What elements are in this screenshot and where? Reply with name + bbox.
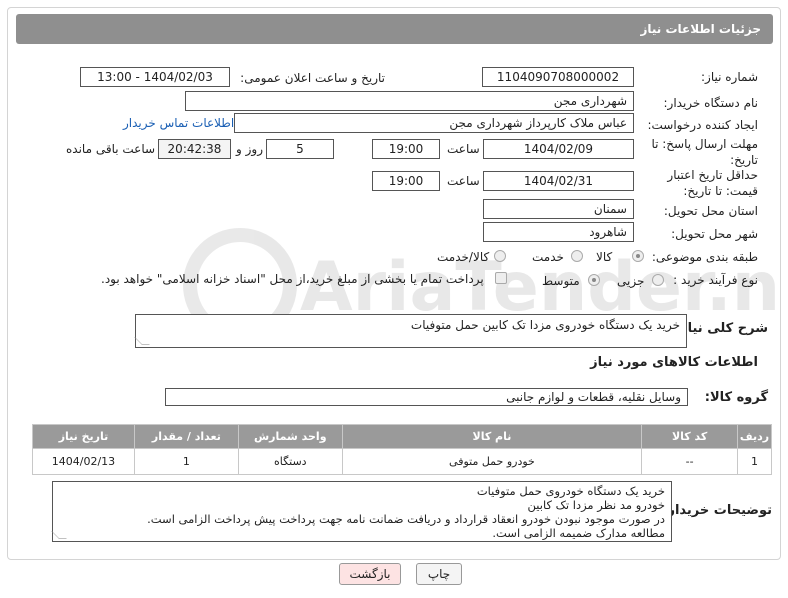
need-number-label: شماره نیاز:: [701, 70, 758, 84]
goods-table-header: ردیف کد کالا نام کالا واحد شمارش تعداد /…: [32, 424, 772, 449]
process-radio-minor[interactable]: [652, 274, 664, 286]
col-qty: تعداد / مقدار: [133, 424, 239, 449]
panel-header: جزئیات اطلاعات نیاز: [16, 14, 773, 44]
time-remaining-label: ساعت باقی مانده: [66, 142, 156, 156]
buyer-notes-line: در صورت موجود نبودن خودرو انعقاد قرارداد…: [147, 512, 665, 526]
process-option-minor: جزیی: [617, 274, 645, 288]
creator-field: عباس ملاک کارپرداز شهرداری مجن: [234, 113, 634, 133]
deadline-time-label: ساعت: [447, 142, 480, 156]
price-validity-date-field: 1404/02/31: [483, 171, 634, 191]
announce-field: 1404/02/03 - 13:00: [80, 67, 230, 87]
buyer-notes-line: خودرو مد نظر مزدا تک کابین: [527, 498, 665, 512]
buyer-contact-link[interactable]: اطلاعات تماس خریدار: [123, 116, 234, 130]
col-unit: واحد شمارش: [237, 424, 343, 449]
resize-grip-icon[interactable]: [134, 337, 150, 345]
announce-label: تاریخ و ساعت اعلان عمومی:: [240, 71, 385, 85]
category-label: طبقه بندی موضوعی:: [651, 250, 758, 264]
city-field: شاهرود: [483, 222, 634, 242]
deadline-time-field: 19:00: [372, 139, 440, 159]
deadline-date-field: 1404/02/09: [483, 139, 634, 159]
buyer-notes-label: توضیحات خریدار:: [662, 503, 772, 518]
category-option-goods-service: کالا/خدمت: [437, 250, 490, 264]
deadline-label: مهلت ارسال پاسخ: تا تاریخ:: [651, 137, 758, 167]
province-label: استان محل تحویل:: [663, 204, 758, 218]
table-row: 1 -- خودرو حمل متوفی دستگاه 1 1404/02/13: [32, 448, 772, 475]
cell-date: 1404/02/13: [32, 448, 135, 475]
price-validity-time-label: ساعت: [447, 174, 480, 188]
process-label: نوع فرآیند خرید :: [673, 273, 758, 287]
price-validity-label: حداقل تاریخ اعتبار قیمت: تا تاریخ:: [667, 168, 758, 198]
col-row: ردیف: [737, 424, 772, 449]
category-radio-goods-service[interactable]: [494, 250, 506, 262]
time-remaining-field: 20:42:38: [158, 139, 231, 159]
process-option-medium: متوسط: [542, 274, 580, 288]
summary-textarea[interactable]: خرید یک دستگاه خودروی مزدا تک کابین حمل …: [134, 314, 687, 348]
buyer-org-label: نام دستگاه خریدار:: [663, 96, 759, 110]
days-remaining-field: 5: [266, 139, 334, 159]
print-button[interactable]: چاپ: [416, 563, 462, 585]
col-code: کد کالا: [641, 424, 739, 449]
province-field: سمنان: [483, 199, 634, 219]
city-label: شهر محل تحویل:: [671, 227, 758, 241]
summary-label: شرح کلی نیاز:: [674, 321, 768, 336]
need-number-field: 1104090708000002: [482, 67, 634, 87]
process-radio-medium[interactable]: [588, 274, 600, 286]
buyer-org-field: شهرداری مجن: [185, 91, 634, 111]
goods-group-label: گروه کالا:: [704, 390, 768, 405]
treasury-payment-checkbox[interactable]: [495, 272, 507, 284]
category-option-goods: کالا: [596, 250, 613, 264]
buyer-notes-line: مطالعه مدارک ضمیمه الزامی است.: [492, 526, 665, 540]
category-option-service: خدمت: [532, 250, 564, 264]
cell-unit: دستگاه: [237, 448, 343, 475]
cell-row: 1: [737, 448, 772, 475]
goods-section-title: اطلاعات کالاهای مورد نیاز: [590, 355, 758, 370]
summary-text: خرید یک دستگاه خودروی مزدا تک کابین حمل …: [410, 318, 680, 332]
col-date: تاریخ نیاز: [32, 424, 135, 449]
treasury-payment-note: پرداخت تمام یا بخشی از مبلغ خرید،از محل …: [101, 272, 484, 286]
days-label: روز و: [236, 142, 263, 156]
creator-label: ایجاد کننده درخواست:: [647, 118, 758, 132]
goods-table: ردیف کد کالا نام کالا واحد شمارش تعداد /…: [32, 424, 772, 475]
price-validity-time-field: 19:00: [372, 171, 440, 191]
buyer-notes-textarea[interactable]: خرید یک دستگاه خودروی حمل متوفیات خودرو …: [51, 481, 672, 542]
category-radio-service[interactable]: [571, 250, 583, 262]
goods-group-field: وسایل نقلیه، قطعات و لوازم جانبی: [165, 388, 688, 406]
category-radio-goods[interactable]: [632, 250, 644, 262]
col-name: نام کالا: [341, 424, 643, 449]
cell-qty: 1: [133, 448, 239, 475]
buyer-notes-line: خرید یک دستگاه خودروی حمل متوفیات: [476, 484, 665, 498]
cell-code: --: [641, 448, 739, 475]
back-button[interactable]: بازگشت: [339, 563, 401, 585]
cell-name: خودرو حمل متوفی: [341, 448, 643, 475]
